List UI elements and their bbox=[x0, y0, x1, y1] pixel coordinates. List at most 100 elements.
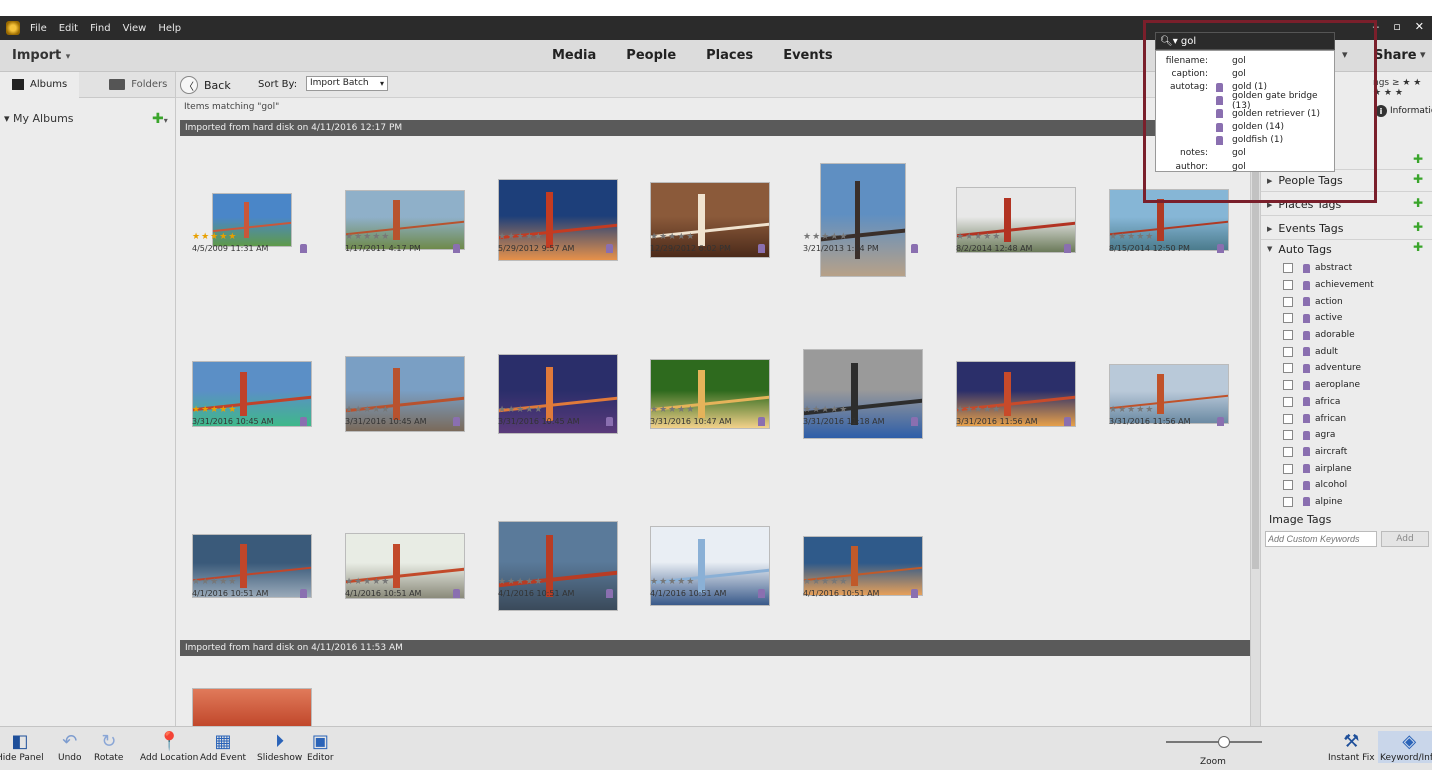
ratings-filter[interactable]: ngs ≥ ★ ★ ★ ★ ★ bbox=[1373, 78, 1432, 98]
rating-stars[interactable]: ★★★★★ bbox=[803, 577, 848, 587]
custom-keyword-input[interactable] bbox=[1265, 531, 1377, 547]
menu-edit[interactable]: Edit bbox=[59, 23, 78, 34]
tag-checkbox[interactable] bbox=[1283, 280, 1293, 291]
auto-tag-item[interactable]: adorable bbox=[1283, 327, 1431, 344]
tag-checkbox[interactable] bbox=[1283, 380, 1293, 391]
my-albums-header[interactable]: ▾ My Albums bbox=[4, 112, 74, 125]
rating-stars[interactable]: ★★★★★ bbox=[1109, 232, 1154, 242]
tag-icon[interactable] bbox=[758, 244, 765, 253]
tag-checkbox[interactable] bbox=[1283, 313, 1293, 324]
tag-icon[interactable] bbox=[606, 589, 613, 598]
slideshow-button[interactable]: ⏵ Slideshow bbox=[257, 731, 302, 763]
import-button[interactable]: Import ▾ bbox=[12, 48, 70, 63]
tag-icon[interactable] bbox=[1217, 417, 1224, 426]
rating-stars[interactable]: ★★★★★ bbox=[192, 232, 237, 242]
editor-button[interactable]: ▣ Editor bbox=[307, 731, 334, 763]
rating-stars[interactable]: ★★★★★ bbox=[345, 577, 390, 587]
auto-tag-item[interactable]: adult bbox=[1283, 343, 1431, 360]
menu-help[interactable]: Help bbox=[158, 23, 181, 34]
rating-stars[interactable]: ★★★★★ bbox=[803, 232, 848, 242]
rating-stars[interactable]: ★★★★★ bbox=[498, 405, 543, 415]
close-icon[interactable]: ✕ bbox=[1415, 20, 1424, 33]
rating-stars[interactable]: ★★★★★ bbox=[803, 405, 848, 415]
auto-tags-section[interactable]: ▼ Auto Tags ✚ bbox=[1261, 238, 1432, 260]
instant-fix-button[interactable]: ⚒ Instant Fix bbox=[1328, 731, 1375, 763]
add-album-button[interactable]: ✚▾ bbox=[152, 108, 168, 127]
hide-panel-button[interactable]: ◧ Hide Panel bbox=[0, 731, 44, 763]
rating-stars[interactable]: ★★★★★ bbox=[345, 232, 390, 242]
auto-tag-item[interactable]: african bbox=[1283, 410, 1431, 427]
tag-checkbox[interactable] bbox=[1283, 430, 1293, 441]
auto-tag-item[interactable]: achievement bbox=[1283, 277, 1431, 294]
rating-stars[interactable]: ★★★★★ bbox=[498, 577, 543, 587]
rating-stars[interactable]: ★★★★★ bbox=[345, 405, 390, 415]
tag-icon[interactable] bbox=[453, 589, 460, 598]
tag-checkbox[interactable] bbox=[1283, 363, 1293, 374]
auto-tag-item[interactable]: airplane bbox=[1283, 460, 1431, 477]
tag-checkbox[interactable] bbox=[1283, 296, 1293, 307]
zoom-knob[interactable] bbox=[1218, 736, 1230, 748]
tag-icon[interactable] bbox=[758, 589, 765, 598]
information-tab[interactable]: iInformation bbox=[1375, 105, 1432, 117]
tag-icon[interactable] bbox=[453, 244, 460, 253]
tag-checkbox[interactable] bbox=[1283, 330, 1293, 341]
rating-stars[interactable]: ★★★★★ bbox=[650, 232, 695, 242]
add-event-button[interactable]: ▦ Add Event bbox=[200, 731, 246, 763]
rating-stars[interactable]: ★★★★★ bbox=[192, 577, 237, 587]
share-button[interactable]: Share bbox=[1374, 48, 1417, 63]
auto-tag-item[interactable]: aeroplane bbox=[1283, 377, 1431, 394]
sort-by-select[interactable]: Import Batch ▾ bbox=[306, 76, 388, 91]
keyword-info-button[interactable]: ◈Keyword/Info bbox=[1378, 731, 1432, 763]
photo-thumbnail[interactable] bbox=[820, 163, 906, 277]
auto-tag-item[interactable]: action bbox=[1283, 293, 1431, 310]
tag-icon[interactable] bbox=[1217, 244, 1224, 253]
rating-stars[interactable]: ★★★★★ bbox=[650, 405, 695, 415]
tab-folders[interactable]: Folders bbox=[97, 72, 179, 98]
plus-icon[interactable]: ✚ bbox=[1413, 240, 1423, 254]
photo-thumbnail[interactable] bbox=[192, 688, 312, 726]
tag-icon[interactable] bbox=[606, 417, 613, 426]
tag-icon[interactable] bbox=[453, 417, 460, 426]
auto-tag-item[interactable]: adventure bbox=[1283, 360, 1431, 377]
rating-stars[interactable]: ★★★★★ bbox=[650, 577, 695, 587]
tag-icon[interactable] bbox=[911, 244, 918, 253]
grid-scrollbar[interactable] bbox=[1250, 114, 1260, 726]
tab-media[interactable]: Media bbox=[552, 48, 596, 63]
maximize-icon[interactable]: ▫ bbox=[1393, 20, 1400, 33]
tag-checkbox[interactable] bbox=[1283, 496, 1293, 507]
tag-icon[interactable] bbox=[758, 417, 765, 426]
tag-checkbox[interactable] bbox=[1283, 263, 1293, 274]
photo-thumbnail[interactable] bbox=[803, 536, 923, 596]
tag-checkbox[interactable] bbox=[1283, 413, 1293, 424]
chevron-down-icon[interactable]: ▾ bbox=[1420, 48, 1426, 61]
plus-icon[interactable]: ✚ bbox=[1413, 196, 1423, 210]
tab-places[interactable]: Places bbox=[706, 48, 753, 63]
events-tags-section[interactable]: ▶ Events Tags ✚ bbox=[1261, 218, 1432, 240]
menu-view[interactable]: View bbox=[123, 23, 147, 34]
auto-tag-item[interactable]: alcohol bbox=[1283, 477, 1431, 494]
tag-icon[interactable] bbox=[300, 589, 307, 598]
tag-icon[interactable] bbox=[300, 417, 307, 426]
rating-stars[interactable]: ★★★★★ bbox=[498, 232, 543, 242]
add-location-button[interactable]: 📍 Add Location bbox=[140, 731, 198, 763]
rating-stars[interactable]: ★★★★★ bbox=[956, 405, 1001, 415]
tab-events[interactable]: Events bbox=[783, 48, 832, 63]
rating-stars[interactable]: ★★★★★ bbox=[1109, 405, 1154, 415]
auto-tag-item[interactable]: aircraft bbox=[1283, 444, 1431, 461]
auto-tag-item[interactable]: alpine bbox=[1283, 494, 1431, 511]
auto-tag-item[interactable]: agra bbox=[1283, 427, 1431, 444]
plus-icon[interactable]: ✚ bbox=[1413, 172, 1423, 186]
add-keyword-button[interactable]: Add bbox=[1381, 531, 1429, 547]
tag-icon[interactable] bbox=[606, 244, 613, 253]
tag-icon[interactable] bbox=[300, 244, 307, 253]
tab-albums[interactable]: Albums bbox=[0, 71, 80, 98]
plus-icon[interactable]: ✚ bbox=[1413, 152, 1423, 166]
tag-checkbox[interactable] bbox=[1283, 346, 1293, 357]
auto-tag-item[interactable]: active bbox=[1283, 310, 1431, 327]
undo-button[interactable]: ↶ Undo bbox=[58, 731, 82, 763]
tag-icon[interactable] bbox=[1064, 244, 1071, 253]
rating-stars[interactable]: ★★★★★ bbox=[956, 232, 1001, 242]
tag-icon[interactable] bbox=[911, 589, 918, 598]
auto-tag-item[interactable]: africa bbox=[1283, 394, 1431, 411]
rating-stars[interactable]: ★★★★★ bbox=[192, 405, 237, 415]
